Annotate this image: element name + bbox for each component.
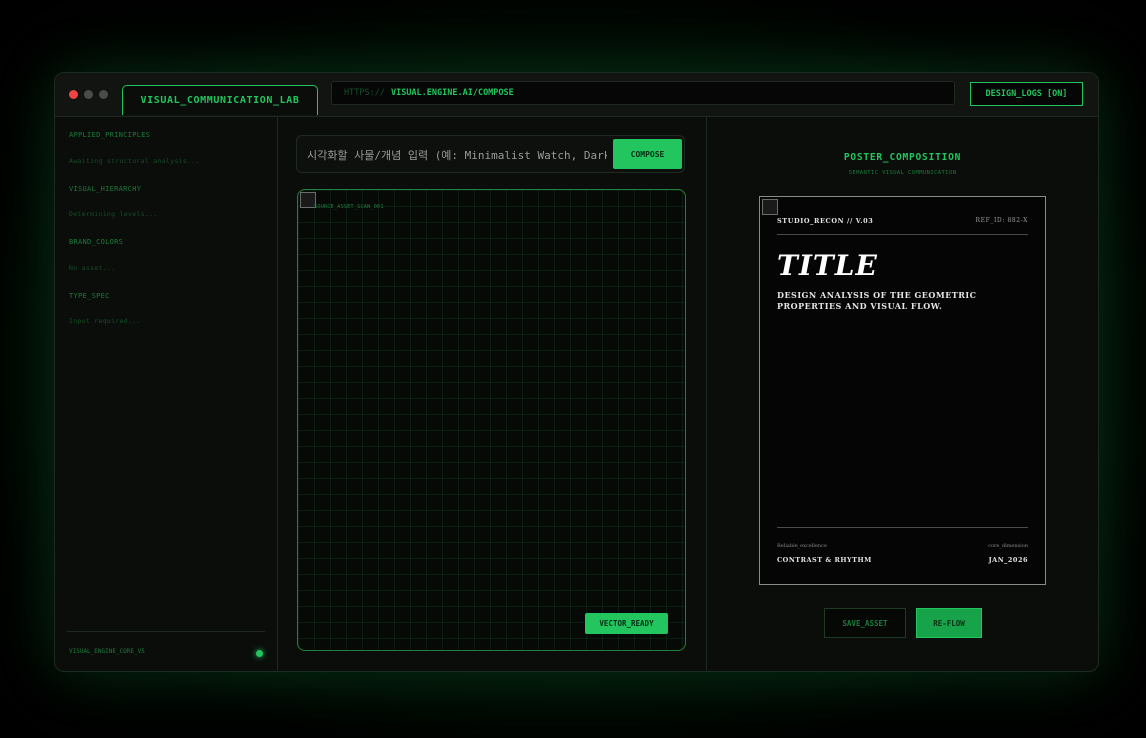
- poster-panel-subtitle: SEMANTIC VISUAL COMMUNICATION: [848, 170, 957, 176]
- poster-preview: STUDIO_RECON // V.03 REF_ID: 882-X TITLE…: [759, 196, 1046, 585]
- maximize-window-dot[interactable]: [99, 90, 108, 99]
- poster-ref-id: REF_ID: 882-X: [975, 217, 1028, 224]
- sidebar-label-visual-hierarchy: VISUAL_HIERARCHY: [69, 185, 142, 193]
- sidebar-label-brand-colors: BRAND_COLORS: [69, 238, 124, 246]
- poster-footer-left: CONTRAST & RHYTHM: [777, 556, 872, 564]
- title-bar: VISUAL_COMMUNICATION_LAB HTTPS:// VISUAL…: [55, 73, 1098, 117]
- poster-footer-right-caption: core_dimension: [988, 543, 1028, 549]
- vector-ready-button[interactable]: VECTOR_READY: [585, 613, 668, 634]
- sidebar-divider: [67, 631, 265, 632]
- engine-version-label: VISUAL_ENGINE_CORE_V5: [69, 648, 145, 655]
- app-window: VISUAL_COMMUNICATION_LAB HTTPS:// VISUAL…: [54, 72, 1099, 672]
- sidebar-status-visual-hierarchy: Determining levels...: [69, 210, 158, 218]
- sidebar-status-type-spec: Input required...: [69, 317, 141, 325]
- sidebar-status-brand-colors: No asset...: [69, 264, 116, 272]
- minimize-window-dot[interactable]: [84, 90, 93, 99]
- tab-visual-communication-lab[interactable]: VISUAL_COMMUNICATION_LAB: [122, 85, 318, 115]
- poster-footer-left-caption: Reliable_excellence: [777, 543, 827, 549]
- url-path: VISUAL.ENGINE.AI/COMPOSE: [390, 88, 514, 98]
- compose-button[interactable]: COMPOSE: [613, 139, 682, 169]
- canvas-caption: SOURCE_ASSET_SCAN_001: [314, 204, 384, 210]
- poster-panel: POSTER_COMPOSITION SEMANTIC VISUAL COMMU…: [707, 117, 1098, 671]
- poster-bottom-rule: [777, 527, 1028, 528]
- sidebar: APPLIED_PRINCIPLES Awaiting structural a…: [55, 117, 278, 671]
- reflow-button[interactable]: RE-FLOW: [916, 608, 982, 638]
- poster-top-rule: [777, 234, 1028, 235]
- poster-panel-title: POSTER_COMPOSITION: [843, 152, 962, 163]
- broken-image-icon: [762, 199, 778, 215]
- online-status-dot: [256, 650, 263, 657]
- design-logs-button[interactable]: DESIGN_LOGS [ON]: [970, 82, 1083, 106]
- poster-studio-label: STUDIO_RECON // V.03: [777, 217, 874, 225]
- source-canvas: SOURCE_ASSET_SCAN_001 VECTOR_READY: [297, 189, 686, 651]
- sidebar-label-applied-principles: APPLIED_PRINCIPLES: [69, 131, 151, 139]
- poster-description: DESIGN ANALYSIS OF THE GEOMETRIC PROPERT…: [777, 290, 977, 311]
- save-asset-button[interactable]: SAVE_ASSET: [824, 608, 906, 638]
- concept-input-wrapper: COMPOSE: [296, 135, 685, 173]
- poster-footer-right: JAN_2026: [988, 556, 1028, 564]
- sidebar-status-applied-principles: Awaiting structural analysis...: [69, 157, 200, 165]
- address-bar[interactable]: HTTPS:// VISUAL.ENGINE.AI/COMPOSE: [331, 81, 955, 105]
- compose-panel: COMPOSE SOURCE_ASSET_SCAN_001 VECTOR_REA…: [277, 117, 707, 671]
- concept-input[interactable]: [305, 142, 609, 168]
- sidebar-label-type-spec: TYPE_SPEC: [69, 292, 110, 300]
- close-window-dot[interactable]: [69, 90, 78, 99]
- poster-headline: TITLE: [777, 249, 878, 282]
- url-protocol: HTTPS://: [344, 88, 385, 98]
